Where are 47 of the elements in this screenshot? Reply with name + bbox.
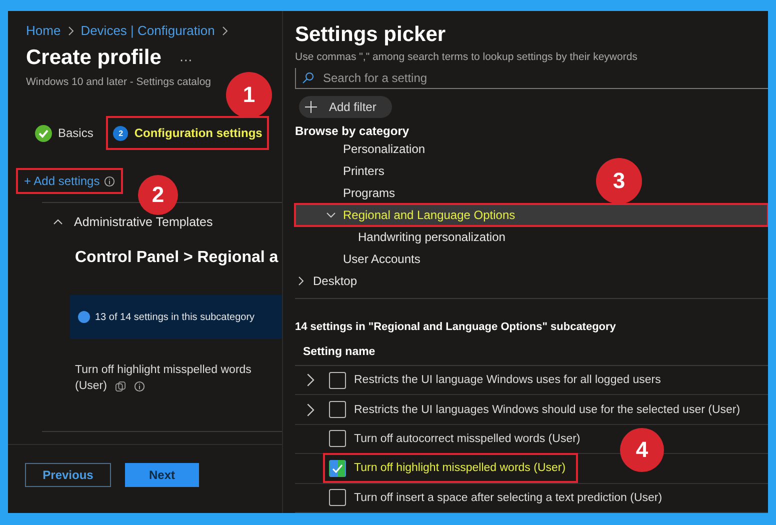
- wizard-tab[interactable]: Basics: [30, 118, 98, 148]
- checkbox[interactable]: [329, 489, 346, 506]
- section-heading: Control Panel > Regional a: [74, 248, 280, 267]
- setting-label: Turn off insert a space after selecting a text prediction (User): [354, 492, 662, 504]
- previous-button[interactable]: Previous: [25, 463, 111, 487]
- breadcrumb-link[interactable]: Devices | Configuration: [80, 23, 215, 38]
- tree-item[interactable]: Desktop: [295, 270, 358, 292]
- setting-label: Restricts the UI languages Windows should use for the selected user (User): [354, 404, 740, 416]
- search-hint: Use commas "," among search terms to lookup settings by their keywords: [295, 51, 638, 63]
- section-title: Administrative Templates: [74, 215, 213, 229]
- wizard-tab[interactable]: 2 Configuration settings: [108, 118, 268, 148]
- section-label: Browse by category: [295, 124, 410, 138]
- info-banner: 13 of 14 settings in this subcategory: [70, 295, 282, 339]
- tree-item[interactable]: Printers: [295, 160, 384, 182]
- subcategory-caption: 14 settings in "Regional and Language Options" subcategory: [295, 320, 617, 333]
- tree-item[interactable]: User Accounts: [295, 248, 420, 270]
- tree-item[interactable]: Personalization: [295, 138, 426, 160]
- step-number: 2: [113, 126, 128, 140]
- check-circle-icon: [35, 124, 52, 142]
- setting-label: Turn off highlight misspelled words (User): [354, 462, 566, 474]
- next-button[interactable]: Next: [125, 463, 199, 487]
- chevron-right-icon: [220, 26, 229, 36]
- setting-label: Turn off autocorrect misspelled words (User): [354, 432, 580, 445]
- plus-icon: [305, 100, 317, 113]
- panel-title: Settings picker: [295, 23, 447, 47]
- setting-label: Restricts the UI language Windows uses for all logged users: [354, 374, 661, 386]
- add-settings-link[interactable]: + Add settings: [18, 170, 121, 192]
- search-field[interactable]: Search for a setting: [321, 70, 768, 86]
- checkbox[interactable]: [329, 372, 346, 389]
- page-subtitle: Windows 10 and later - Settings catalog: [25, 75, 212, 88]
- setting-name: Turn off highlight misspelled words: [75, 363, 252, 378]
- copy-icon: [114, 380, 126, 392]
- tree-item[interactable]: Programs: [295, 182, 396, 204]
- checkbox[interactable]: [329, 401, 346, 418]
- chevron-right-icon: [66, 26, 75, 36]
- more-button[interactable]: ···: [179, 52, 192, 67]
- setting-name: (User): [75, 379, 107, 394]
- tree-item[interactable]: Handwriting personalization: [295, 226, 506, 248]
- checkbox[interactable]: [329, 460, 346, 477]
- checkbox[interactable]: [329, 430, 346, 448]
- column-header: Setting name: [295, 332, 768, 366]
- breadcrumb-link[interactable]: Home: [26, 23, 61, 38]
- page-title: Create profile: [26, 46, 162, 70]
- search-icon: [302, 72, 314, 84]
- checkmark-icon: [332, 462, 343, 474]
- tree-item[interactable]: Regional and Language Options: [295, 204, 768, 226]
- add-filter-button[interactable]: Add filter: [299, 96, 392, 118]
